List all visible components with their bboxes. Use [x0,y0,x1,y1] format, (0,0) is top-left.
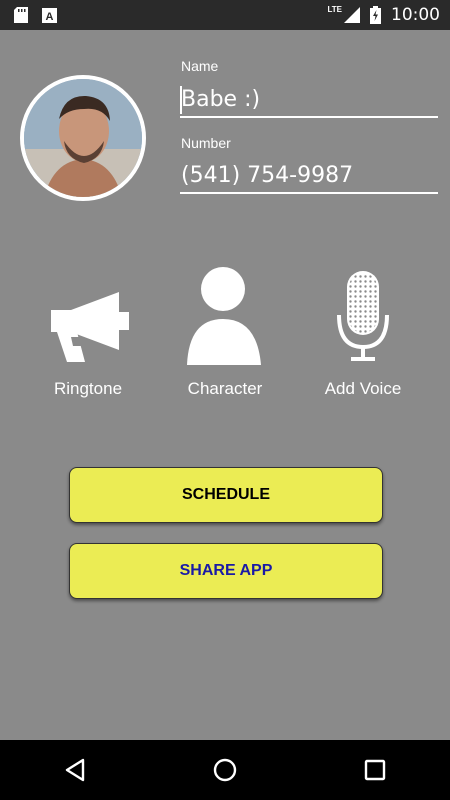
sd-card-icon [14,7,28,23]
ringtone-option[interactable]: Ringtone [13,260,163,399]
schedule-button[interactable]: SCHEDULE [69,467,383,523]
name-underline [180,116,438,118]
network-type: LTE [327,4,342,14]
number-label: Number [181,135,231,151]
add-voice-option[interactable]: Add Voice [288,260,438,399]
clock: 10:00 [391,5,440,25]
signal-icon [344,7,360,23]
svg-text:A: A [46,11,54,23]
ringtone-label: Ringtone [53,379,123,398]
text-cursor [180,86,182,114]
font-icon: A [42,7,57,23]
avatar[interactable] [20,75,146,201]
recents-button[interactable] [345,740,405,800]
microphone-icon [337,271,389,361]
character-label: Character [187,379,263,398]
home-button[interactable] [195,740,255,800]
back-icon [65,758,85,782]
status-bar: A LTE 10:00 [0,0,450,30]
character-option[interactable]: Character [150,260,300,399]
recents-icon [364,759,386,781]
number-underline [180,192,438,194]
name-label: Name [181,58,219,74]
navigation-bar [0,740,450,800]
battery-charging-icon [370,6,381,24]
add-voice-label: Add Voice [324,379,402,398]
avatar-photo [24,79,142,197]
main-content: Name Babe :) Number (541) 754-9987 Ringt… [0,30,450,740]
number-input[interactable]: (541) 754-9987 [181,163,353,188]
megaphone-icon [51,292,129,362]
person-icon [187,267,261,365]
back-button[interactable] [45,740,105,800]
home-icon [213,758,237,782]
share-app-button[interactable]: SHARE APP [69,543,383,599]
name-input[interactable]: Babe :) [181,87,260,112]
